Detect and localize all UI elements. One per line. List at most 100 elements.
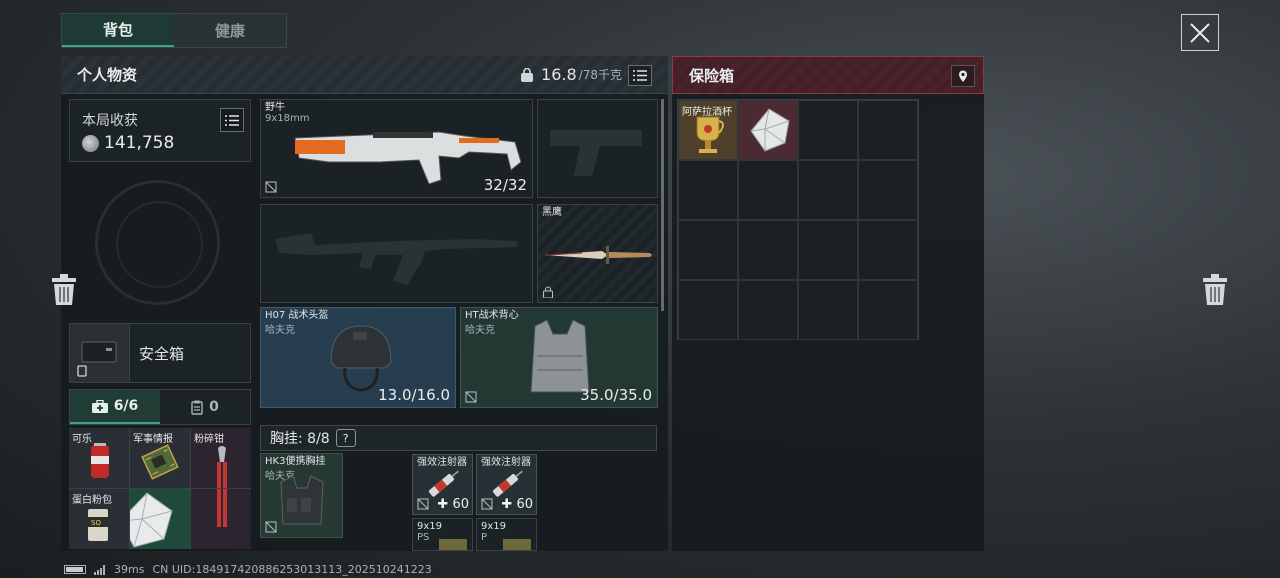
safe-box-title: 保险箱 <box>689 66 735 85</box>
coin-icon <box>82 135 99 152</box>
safe-cell-empty[interactable] <box>858 100 918 160</box>
melee-name: 黑鹰 <box>542 207 562 218</box>
tab-documents[interactable]: 0 <box>160 390 250 424</box>
knife-icon <box>544 246 652 264</box>
primary-weapon-slot[interactable]: 野牛 9x18mm 32/32 <box>260 99 533 198</box>
no-insure-icon <box>465 391 477 403</box>
secure-case-icon <box>70 324 130 382</box>
safe-cell-empty[interactable] <box>738 220 798 280</box>
no-insure-icon <box>481 498 493 510</box>
chest-rig-capacity: 胸挂: 8/8 <box>270 431 330 447</box>
no-insure-icon <box>265 521 277 533</box>
pocket-tabs: 6/6 0 <box>69 389 251 425</box>
intel-chip-icon <box>141 444 179 480</box>
close-icon <box>1190 22 1210 43</box>
helmet-slot[interactable]: H07 战术头盔 哈夫克 13.0/16.0 <box>260 307 456 408</box>
map-pin-icon <box>959 70 967 82</box>
pocket-item-intel[interactable]: 军事情报 <box>130 428 190 488</box>
personal-items-header: 个人物资 16.8 /78千克 <box>61 56 668 94</box>
round-earnings-value: 141,758 <box>104 133 175 153</box>
no-insure-icon <box>417 498 429 510</box>
chest-rig-slot[interactable]: HK3便携胸挂 哈夫克 <box>260 453 343 538</box>
safe-item-diamond[interactable] <box>738 100 798 160</box>
syringe-icon <box>428 470 459 497</box>
equipment-scrollbar[interactable] <box>661 99 664 311</box>
chest-item-injector[interactable]: 强效注射器 ✚ 60 <box>476 454 537 515</box>
documents-count: 0 <box>209 399 219 415</box>
smg-weapon-icon <box>294 131 522 185</box>
chest-item-ammo[interactable]: 9x19 PS <box>412 518 473 551</box>
tab-medical[interactable]: 6/6 <box>70 390 160 424</box>
item-label: 粉碎钳 <box>194 434 224 445</box>
locate-button[interactable] <box>951 65 975 87</box>
safe-cell-empty[interactable] <box>738 280 798 340</box>
pistol-silhouette-icon <box>550 130 642 176</box>
helmet-icon <box>330 325 392 392</box>
medkit-icon <box>91 399 108 413</box>
help-button[interactable]: ? <box>335 429 356 447</box>
weapon-ammo-count: 32/32 <box>483 176 527 194</box>
cola-can-icon <box>91 443 109 478</box>
trash-icon[interactable] <box>51 274 77 306</box>
secondary-weapon-slot[interactable] <box>260 204 533 303</box>
melee-slot[interactable]: 黑鹰 <box>537 204 658 303</box>
chest-item-injector[interactable]: 强效注射器 ✚ 60 <box>412 454 473 515</box>
item-label: 9x19 <box>481 521 507 532</box>
safe-cell-empty[interactable] <box>858 160 918 220</box>
round-earnings-title: 本局收获 <box>82 113 138 129</box>
safe-cell-empty[interactable] <box>678 160 738 220</box>
pocket-grid: 可乐 军事情报 粉碎钳 蛋白粉包 SO <box>69 428 251 549</box>
diamond-icon <box>130 492 173 548</box>
weight-current: 16.8 <box>541 65 577 84</box>
ammo-box-icon <box>439 539 467 550</box>
safe-cell-empty[interactable] <box>798 280 858 340</box>
helmet-brand: 哈夫克 <box>265 325 295 336</box>
battery-icon <box>64 565 86 574</box>
pliers-handle-icon <box>217 489 227 527</box>
rig-name: HK3便携胸挂 <box>265 456 326 467</box>
trash-icon[interactable] <box>1202 274 1228 306</box>
tab-health[interactable]: 健康 <box>174 14 286 47</box>
secure-container-label: 安全箱 <box>139 345 185 363</box>
pistol-slot[interactable] <box>537 99 658 198</box>
rifle-silhouette-icon <box>275 233 517 285</box>
safe-cell-empty[interactable] <box>798 220 858 280</box>
item-label: 9x19 <box>417 521 443 532</box>
weight-readout: 16.8 /78千克 <box>520 65 622 84</box>
safe-cell-empty[interactable] <box>858 220 918 280</box>
vest-slot[interactable]: HT战术背心 哈夫克 35.0/35.0 <box>460 307 658 408</box>
protein-powder-icon: SO <box>88 509 108 541</box>
chest-rig-icon <box>280 475 324 525</box>
tab-backpack[interactable]: 背包 <box>62 14 174 47</box>
safe-cell-empty[interactable] <box>798 100 858 160</box>
inventory-tabs: 背包 健康 <box>61 13 287 48</box>
pocket-item-diamond[interactable] <box>130 489 190 549</box>
clipboard-icon <box>191 400 203 415</box>
item-sublabel: PS <box>417 532 430 543</box>
list-icon <box>633 70 647 81</box>
safe-cell-empty[interactable] <box>678 280 738 340</box>
diamond-icon <box>750 108 790 152</box>
pocket-item-cutter-handle[interactable] <box>191 489 251 549</box>
round-earnings-card: 本局收获 141,758 <box>69 99 251 162</box>
safe-cell-empty[interactable] <box>858 280 918 340</box>
pocket-item-cola[interactable]: 可乐 <box>69 428 129 488</box>
safe-box-header: 保险箱 <box>672 56 984 94</box>
sort-list-button[interactable] <box>628 65 652 86</box>
safe-cell-empty[interactable] <box>678 220 738 280</box>
heal-value: ✚ 60 <box>437 497 469 512</box>
chest-item-ammo[interactable]: 9x19 P <box>476 518 537 551</box>
safe-cell-empty[interactable] <box>798 160 858 220</box>
safe-item-goblet[interactable]: 阿萨拉酒杯 <box>678 100 738 160</box>
earnings-detail-button[interactable] <box>220 108 244 132</box>
pocket-item-cutter[interactable]: 粉碎钳 <box>191 428 251 488</box>
secure-container-slot[interactable]: 安全箱 <box>69 323 251 383</box>
close-button[interactable] <box>1181 14 1219 51</box>
helmet-durability: 13.0/16.0 <box>378 386 450 404</box>
weight-lock-icon <box>521 67 534 82</box>
user-uid: CN UID:1849174208862530131​13_2025102412… <box>152 563 432 576</box>
safe-cell-empty[interactable] <box>738 160 798 220</box>
heal-amount: 60 <box>452 497 469 512</box>
item-sublabel: P <box>481 532 488 543</box>
pocket-item-protein[interactable]: 蛋白粉包 SO <box>69 489 129 549</box>
